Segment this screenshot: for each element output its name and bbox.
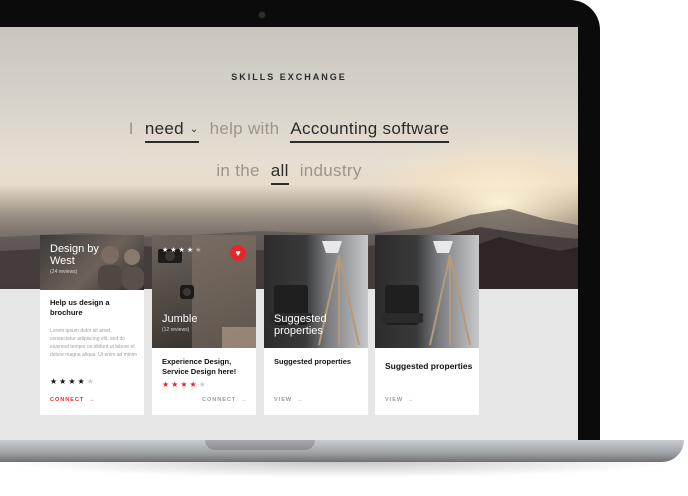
connect-button[interactable]: CONNECT →	[202, 397, 248, 403]
search-sentence-line-1: I need ⌄ help with Accounting software	[0, 119, 578, 143]
laptop-mockup: SKILLS EXCHANGE I need ⌄ help with Accoun…	[0, 0, 688, 496]
card-image: Suggested properties	[264, 235, 368, 348]
rating-stars: ★★★★★	[50, 377, 96, 386]
laptop-base	[0, 440, 684, 462]
industry-select[interactable]: all	[270, 161, 289, 185]
search-word-i: I	[128, 119, 134, 138]
arrow-right-icon: →	[408, 397, 415, 403]
arrow-right-icon: →	[297, 397, 304, 403]
card-overlay-title: Design by West	[50, 243, 99, 267]
card-heading: Help us design a brochure	[50, 298, 110, 317]
arrow-right-icon: →	[241, 397, 248, 403]
connect-label: CONNECT	[50, 397, 85, 403]
connect-label: CONNECT	[202, 397, 237, 403]
screen: SKILLS EXCHANGE I need ⌄ help with Accoun…	[0, 27, 578, 442]
card-overlay-title: Suggested properties	[274, 313, 327, 337]
view-label: VIEW	[274, 397, 293, 403]
card-reviews: (12 reviews)	[162, 327, 190, 333]
star-filled-icon: ★★★★	[162, 247, 196, 254]
card-image	[375, 235, 479, 348]
laptop-notch	[205, 440, 315, 450]
camera-icon	[259, 12, 265, 18]
star-empty-icon: ★	[198, 380, 208, 389]
rating-stars: ★★★★★	[162, 380, 208, 389]
card-top-rating: ★★★★★	[162, 246, 203, 254]
card-image: Design by West (24 reviews)	[40, 235, 144, 290]
card-heading: Suggested properties	[385, 361, 473, 371]
lamp-chair-photo	[381, 241, 471, 346]
view-button[interactable]: VIEW →	[385, 397, 415, 403]
card-suggested-properties-2[interactable]: Suggested properties VIEW →	[375, 235, 479, 415]
arrow-right-icon: →	[89, 397, 96, 403]
search-word-help-with: help with	[209, 119, 280, 138]
search-word-industry: industry	[299, 161, 362, 180]
view-button[interactable]: VIEW →	[274, 397, 304, 403]
site-logo[interactable]: SKILLS EXCHANGE	[0, 72, 578, 82]
card-reviews: (24 reviews)	[50, 269, 78, 275]
card-description: Lorem ipsum dolor sit amet, consectetur …	[50, 328, 137, 358]
search-word-in-the: in the	[216, 161, 260, 180]
need-offer-select[interactable]: need ⌄	[144, 119, 199, 143]
card-design-by-west[interactable]: Design by West (24 reviews) Help us desi…	[40, 235, 144, 415]
view-label: VIEW	[385, 397, 404, 403]
laptop-shadow	[0, 462, 680, 478]
card-overlay-title: Jumble	[162, 313, 198, 325]
chevron-down-icon: ⌄	[189, 124, 199, 135]
connect-button[interactable]: CONNECT →	[50, 397, 96, 403]
need-select-value: need	[144, 119, 184, 138]
star-filled-icon: ★★★★	[162, 380, 199, 389]
card-jumble[interactable]: ★★★★★ ♥ Jumble (12 reviews) Experience D…	[152, 235, 256, 415]
heart-icon[interactable]: ♥	[230, 245, 246, 261]
star-empty-icon: ★	[195, 247, 204, 254]
card-heading: Suggested properties	[274, 357, 352, 366]
star-filled-icon: ★★★★	[50, 377, 87, 386]
card-suggested-properties[interactable]: Suggested properties Suggested propertie…	[264, 235, 368, 415]
topic-input[interactable]: Accounting software	[290, 119, 450, 143]
card-heading: Experience Design, Service Design here!	[162, 357, 237, 376]
star-empty-icon: ★	[86, 377, 96, 386]
search-sentence-line-2: in the all industry	[0, 161, 578, 185]
card-image: ★★★★★ ♥ Jumble (12 reviews)	[152, 235, 256, 348]
